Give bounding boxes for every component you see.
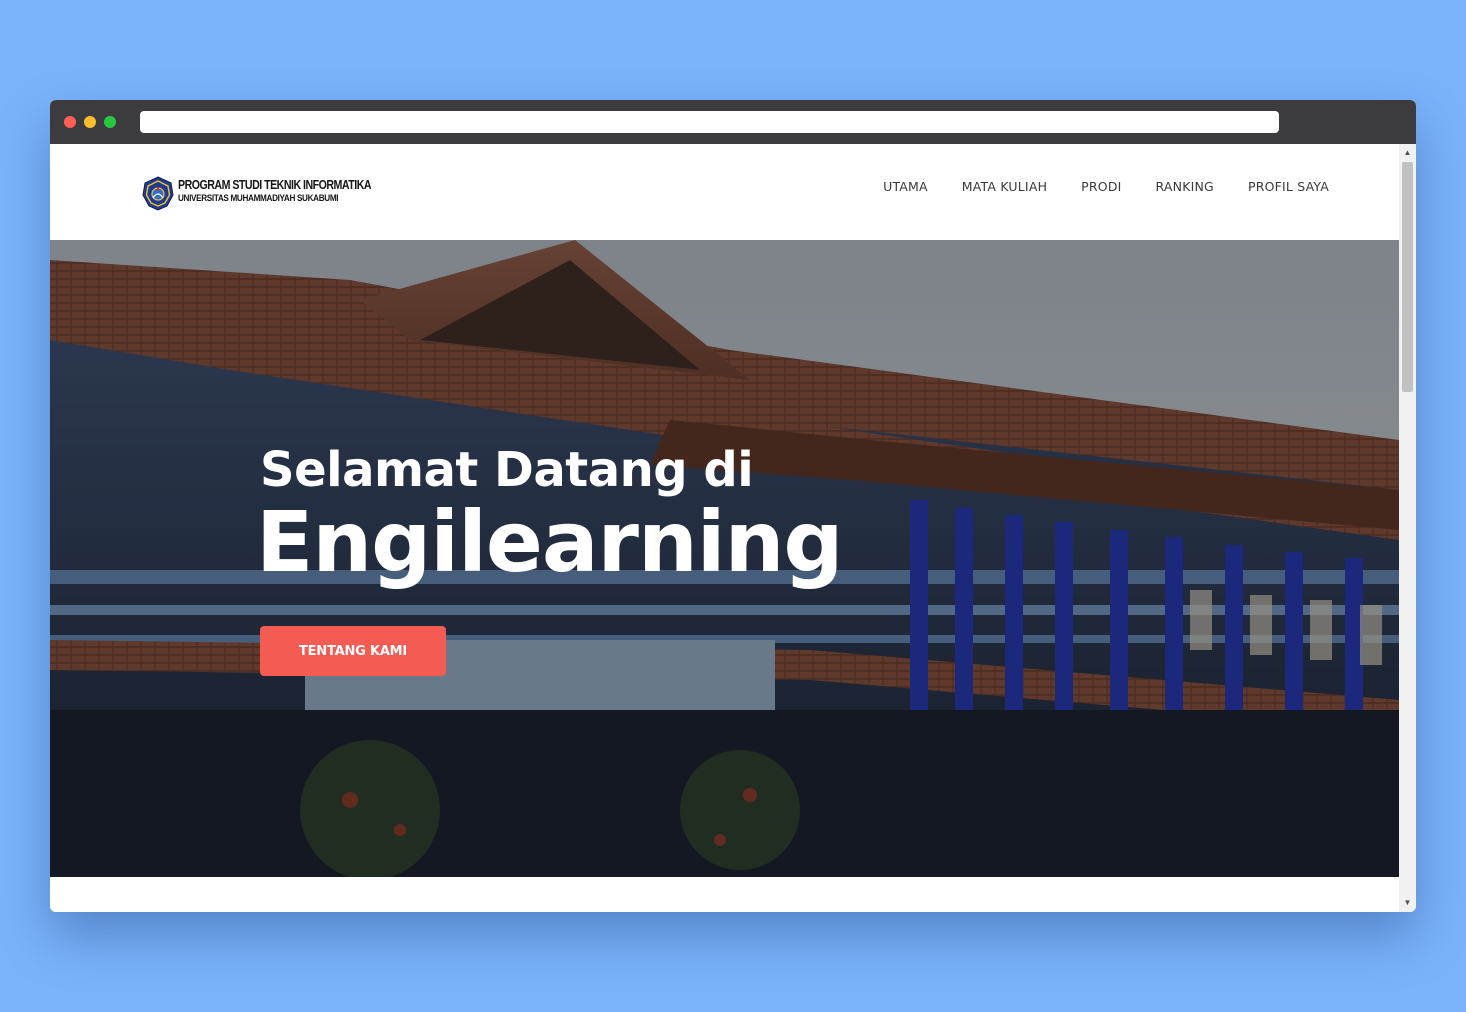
tentang-kami-button[interactable]: TENTANG KAMI <box>260 626 446 676</box>
logo-program-name: PROGRAM STUDI TEKNIK INFORMATIKA <box>178 178 372 192</box>
browser-titlebar <box>50 100 1416 144</box>
logo-text: PROGRAM STUDI TEKNIK INFORMATIKA UNIVERS… <box>178 178 405 205</box>
scrollbar-thumb[interactable] <box>1402 162 1413 392</box>
vertical-scrollbar[interactable]: ▲ ▼ <box>1399 144 1416 912</box>
scroll-down-arrow-icon[interactable]: ▼ <box>1399 896 1416 910</box>
hero-banner: Selamat Datang di Engilearning TENTANG K… <box>50 240 1399 877</box>
nav-item-utama[interactable]: UTAMA <box>883 179 928 194</box>
site-header: PROGRAM STUDI TEKNIK INFORMATIKA UNIVERS… <box>50 144 1399 240</box>
university-emblem-icon <box>142 176 174 211</box>
hero-content: Selamat Datang di Engilearning TENTANG K… <box>256 440 843 676</box>
close-window-icon[interactable] <box>64 116 76 128</box>
nav-item-prodi[interactable]: PRODI <box>1081 179 1121 194</box>
nav-item-profil-saya[interactable]: PROFIL SAYA <box>1248 179 1329 194</box>
logo-university-name: UNIVERSITAS MUHAMMADIYAH SUKABUMI <box>178 193 339 204</box>
nav-item-ranking[interactable]: RANKING <box>1156 179 1214 194</box>
hero-title: Engilearning <box>256 493 843 591</box>
hero-greeting: Selamat Datang di <box>260 442 754 498</box>
minimize-window-icon[interactable] <box>84 116 96 128</box>
scroll-up-arrow-icon[interactable]: ▲ <box>1399 146 1416 160</box>
address-bar[interactable] <box>140 111 1279 133</box>
page-viewport: PROGRAM STUDI TEKNIK INFORMATIKA UNIVERS… <box>50 144 1399 912</box>
browser-window: PROGRAM STUDI TEKNIK INFORMATIKA UNIVERS… <box>50 100 1416 912</box>
maximize-window-icon[interactable] <box>104 116 116 128</box>
nav-item-mata-kuliah[interactable]: MATA KULIAH <box>962 179 1047 194</box>
main-nav: UTAMA MATA KULIAH PRODI RANKING PROFIL S… <box>883 179 1329 194</box>
